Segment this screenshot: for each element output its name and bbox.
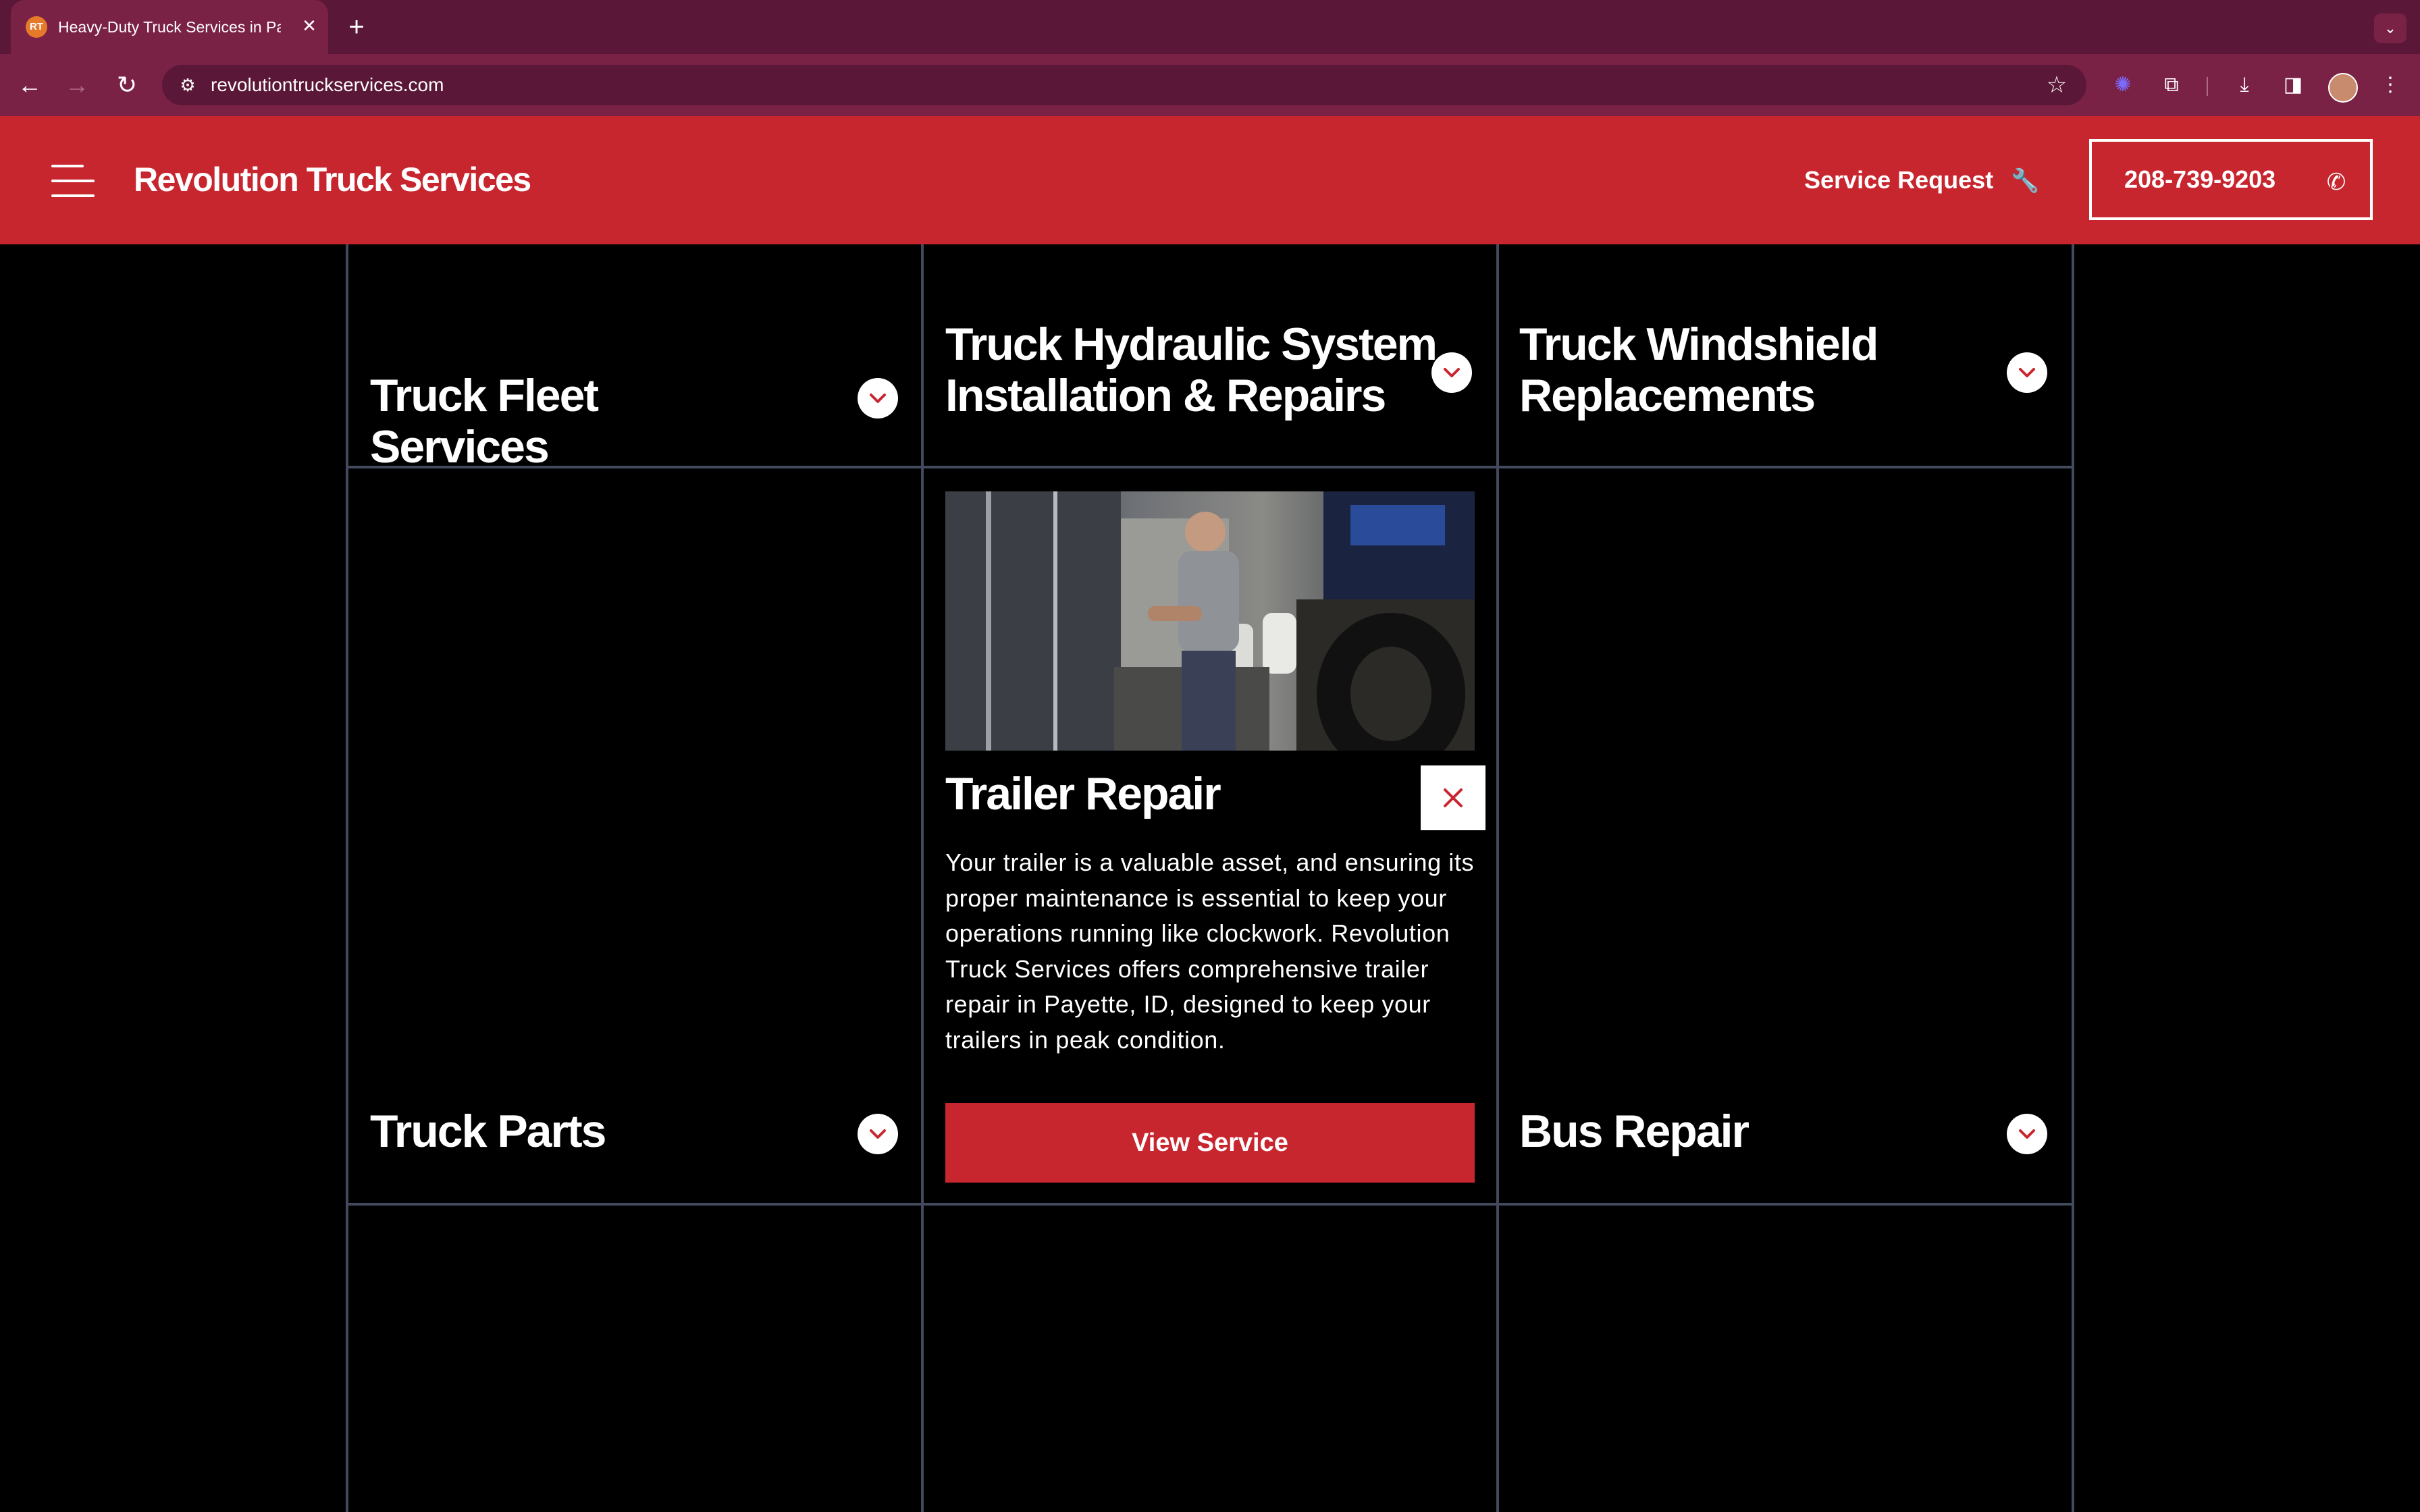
service-title-fleet[interactable]: Truck Fleet Services <box>370 370 748 473</box>
site-logo[interactable]: Revolution Truck Services <box>134 158 531 201</box>
phone-icon: ✆ <box>2326 169 2346 195</box>
tab-search-chevron-icon[interactable]: ⌄ <box>2374 14 2406 43</box>
hamburger-menu-icon[interactable] <box>51 162 95 200</box>
service-description: Your trailer is a valuable asset, and en… <box>945 848 1475 1054</box>
chevron-down-icon[interactable] <box>2007 1114 2047 1154</box>
grid-divider <box>2072 244 2074 1512</box>
service-title-windshield[interactable]: Truck Windshield Replacements <box>1519 319 1965 421</box>
grid-divider <box>921 244 924 1512</box>
service-title-bus[interactable]: Bus Repair <box>1519 1106 1965 1157</box>
forward-icon[interactable]: → <box>61 69 93 101</box>
reload-icon[interactable]: ↻ <box>111 69 143 101</box>
browser-menu-icon[interactable]: ⋮ <box>2377 72 2404 99</box>
chevron-down-icon[interactable] <box>2007 352 2047 393</box>
close-icon[interactable] <box>1421 765 1485 830</box>
browser-tab[interactable]: RT Heavy-Duty Truck Services in Payette,… <box>11 0 328 54</box>
url-text[interactable]: revolutiontruckservices.com <box>211 74 444 96</box>
chevron-down-icon[interactable] <box>858 1114 898 1154</box>
grid-divider <box>346 244 348 1512</box>
view-service-button[interactable]: View Service <box>945 1103 1475 1183</box>
tab-close-icon[interactable]: ✕ <box>297 14 321 38</box>
service-request-link[interactable]: Service Request <box>1804 163 1993 197</box>
address-bar[interactable]: ⚙ revolutiontruckservices.com ☆ <box>162 65 2086 105</box>
service-title-parts[interactable]: Truck Parts <box>370 1106 748 1157</box>
download-icon[interactable]: ⤓ <box>2231 72 2258 99</box>
chevron-down-icon[interactable] <box>858 378 898 418</box>
phone-button[interactable]: 208-739-9203 ✆ <box>2089 139 2373 220</box>
side-panel-icon[interactable]: ◨ <box>2280 72 2307 99</box>
back-icon[interactable]: ← <box>14 69 46 101</box>
bookmark-star-icon[interactable]: ☆ <box>2043 72 2070 99</box>
grid-divider <box>1496 244 1499 1512</box>
trailer-repair-photo <box>945 491 1475 751</box>
favicon-icon: RT <box>26 16 47 38</box>
phone-number: 208-739-9203 <box>2124 165 2276 193</box>
service-title-hydraulic[interactable]: Truck Hydraulic System Installation & Re… <box>945 319 1445 421</box>
wrench-icon[interactable]: 🔧 <box>2011 167 2039 194</box>
extensions-puzzle-icon[interactable]: ⧉ <box>2158 72 2185 99</box>
site-settings-icon[interactable]: ⚙ <box>176 73 200 97</box>
browser-toolbar: ← → ↻ ⚙ revolutiontruckservices.com ☆ ✺ … <box>0 54 2420 116</box>
expanded-service-title: Trailer Repair <box>945 768 1221 819</box>
new-tab-icon[interactable]: + <box>342 12 371 42</box>
extension-icon[interactable]: ✺ <box>2109 72 2136 99</box>
chevron-down-icon[interactable] <box>1431 352 1472 393</box>
toolbar-divider <box>2207 77 2208 96</box>
grid-divider <box>346 1203 2074 1206</box>
tab-title: Heavy-Duty Truck Services in Payette, ID <box>58 18 281 36</box>
profile-avatar[interactable] <box>2328 73 2358 103</box>
site-header: Revolution Truck Services Service Reques… <box>0 116 2420 244</box>
browser-tab-strip: RT Heavy-Duty Truck Services in Payette,… <box>0 0 2420 54</box>
